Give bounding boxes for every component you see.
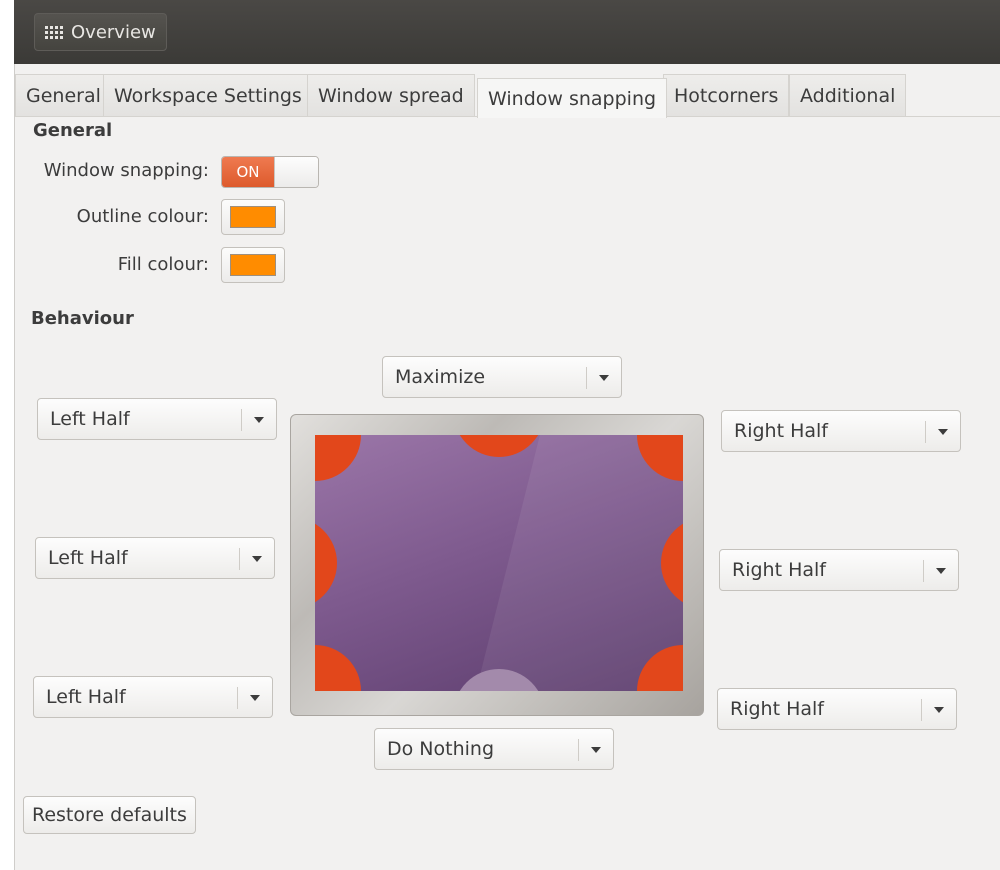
window-snapping-label: Window snapping:	[43, 160, 209, 181]
outline-colour-label: Outline colour:	[76, 206, 209, 227]
fill-colour-button[interactable]	[221, 247, 285, 283]
settings-window: General Workspace Settings Window spread…	[14, 64, 1000, 870]
outline-colour-button[interactable]	[221, 199, 285, 235]
chevron-down-icon	[250, 695, 260, 701]
tab-bar: General Workspace Settings Window spread…	[15, 64, 1000, 118]
combo-separator	[237, 687, 238, 709]
chevron-down-icon	[254, 417, 264, 423]
outline-colour-swatch	[230, 206, 276, 228]
tab-label: Window spread	[318, 84, 464, 107]
combo-separator	[586, 367, 587, 389]
chevron-down-icon	[591, 747, 601, 753]
window-snapping-switch[interactable]: ON	[221, 156, 319, 188]
bottom-left-corner-action-select[interactable]: Left Half	[33, 676, 273, 718]
right-edge-action-value: Right Half	[732, 559, 826, 581]
tab-hotcorners[interactable]: Hotcorners	[663, 74, 790, 116]
top-right-corner-action-value: Right Half	[734, 420, 828, 442]
combo-separator	[239, 548, 240, 570]
hotspot-top	[453, 435, 545, 457]
tab-workspace-settings[interactable]: Workspace Settings	[103, 74, 313, 116]
top-left-corner-action-value: Left Half	[50, 408, 130, 430]
restore-defaults-button[interactable]: Restore defaults	[23, 796, 196, 834]
screen-preview	[315, 435, 683, 691]
combo-separator	[923, 560, 924, 582]
hotspot-bottom-left	[315, 645, 361, 691]
left-edge-action-select[interactable]: Left Half	[35, 537, 275, 579]
overview-label: Overview	[71, 21, 156, 43]
tab-window-snapping[interactable]: Window snapping	[477, 78, 668, 118]
tab-label: Additional	[800, 84, 896, 107]
general-section-title: General	[33, 120, 113, 141]
chevron-down-icon	[938, 429, 948, 435]
top-edge-action-value: Maximize	[395, 366, 486, 388]
combo-separator	[925, 421, 926, 443]
chevron-down-icon	[599, 375, 609, 381]
bottom-edge-action-select[interactable]: Do Nothing	[374, 728, 614, 770]
restore-defaults-label: Restore defaults	[32, 804, 187, 826]
behaviour-section-title: Behaviour	[31, 308, 134, 329]
bottom-right-corner-action-value: Right Half	[730, 698, 824, 720]
tab-label: Window snapping	[488, 87, 657, 110]
top-bar: Overview	[14, 0, 1000, 64]
bottom-right-corner-action-select[interactable]: Right Half	[717, 688, 957, 730]
chevron-down-icon	[936, 568, 946, 574]
combo-separator	[578, 739, 579, 761]
tab-label: Workspace Settings	[114, 84, 302, 107]
fill-colour-label: Fill colour:	[117, 254, 209, 275]
tab-additional[interactable]: Additional	[789, 74, 907, 116]
fill-colour-swatch	[230, 254, 276, 276]
hotspot-left	[315, 517, 337, 609]
combo-separator	[921, 699, 922, 721]
tab-label: Hotcorners	[674, 84, 779, 107]
chevron-down-icon	[252, 556, 262, 562]
bottom-edge-action-value: Do Nothing	[387, 738, 495, 760]
switch-on-label: ON	[222, 157, 274, 187]
right-edge-action-select[interactable]: Right Half	[719, 549, 959, 591]
overview-button[interactable]: Overview	[34, 13, 167, 51]
top-right-corner-action-select[interactable]: Right Half	[721, 410, 961, 452]
tab-general[interactable]: General	[15, 74, 112, 116]
top-left-corner-action-select[interactable]: Left Half	[37, 398, 277, 440]
monitor-illustration	[290, 414, 704, 716]
top-edge-action-select[interactable]: Maximize	[382, 356, 622, 398]
chevron-down-icon	[934, 707, 944, 713]
combo-separator	[241, 409, 242, 431]
switch-knob	[274, 157, 318, 187]
grid-icon	[45, 25, 63, 39]
tab-window-spread[interactable]: Window spread	[307, 74, 475, 116]
screen-sheen	[465, 435, 683, 691]
left-edge-action-value: Left Half	[48, 547, 128, 569]
tab-label: General	[26, 84, 101, 107]
hotspot-top-left	[315, 435, 361, 481]
bottom-left-corner-action-value: Left Half	[46, 686, 126, 708]
